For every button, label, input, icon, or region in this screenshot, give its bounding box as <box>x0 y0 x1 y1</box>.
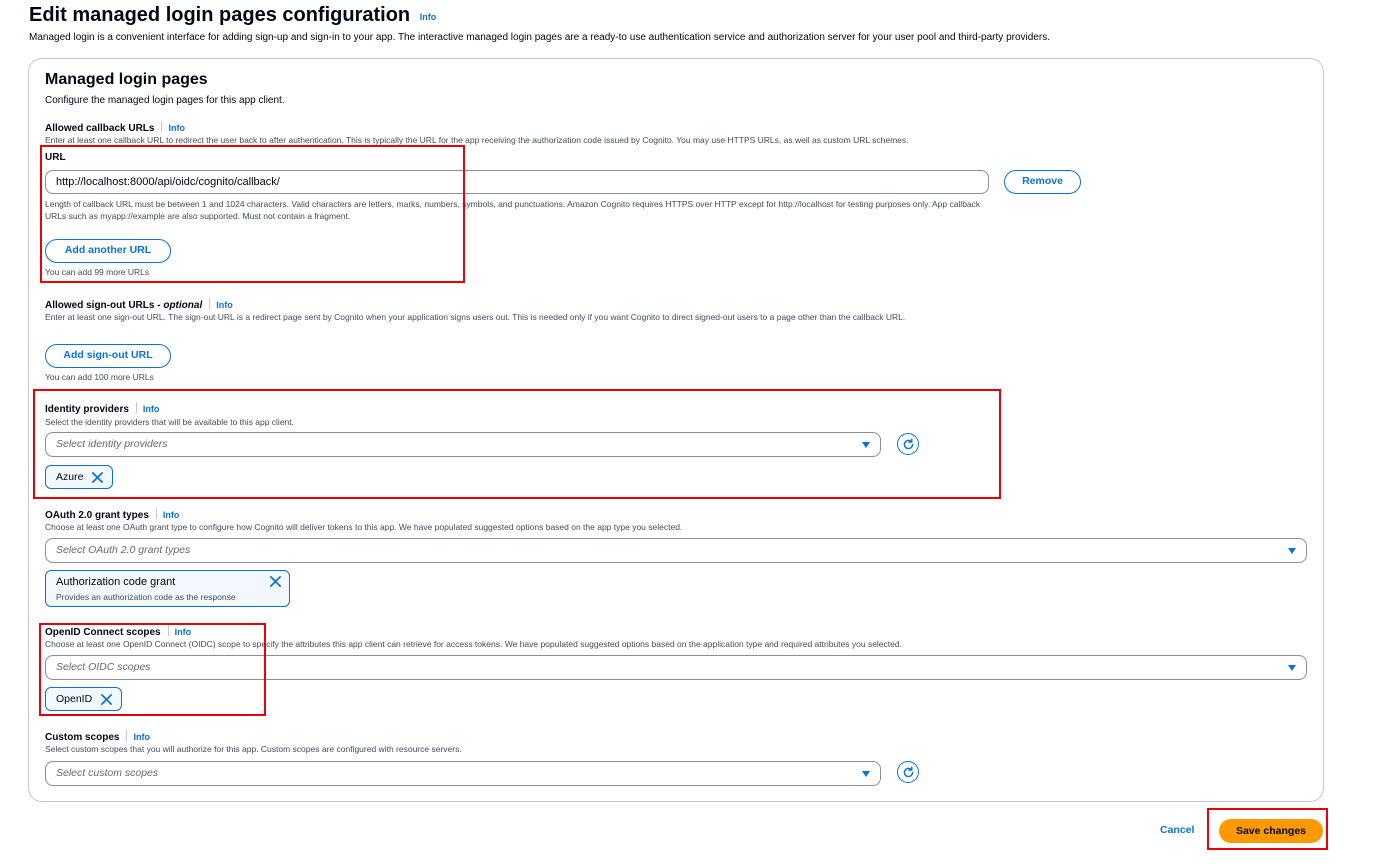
page-title-text: Edit managed login pages configuration <box>29 4 411 26</box>
identity-providers-refresh-button[interactable] <box>897 433 919 455</box>
custom-scopes-info-link[interactable]: Info <box>133 732 150 742</box>
oidc-scopes-label-text: OpenID Connect scopes <box>45 627 161 638</box>
grant-types-info-link[interactable]: Info <box>163 510 180 520</box>
card-title: Managed login pages <box>45 71 208 88</box>
grant-type-token: Authorization code grant Provides an aut… <box>45 570 290 607</box>
callback-url-constraint: Length of callback URL must be between 1… <box>45 199 981 221</box>
grant-types-placeholder: Select OAuth 2.0 grant types <box>56 544 191 556</box>
callback-info-link[interactable]: Info <box>168 123 185 133</box>
remove-token-icon[interactable] <box>269 575 282 588</box>
oidc-scope-token: OpenID <box>45 687 123 711</box>
identity-providers-description: Select the identity providers that will … <box>45 417 294 427</box>
custom-scopes-label-text: Custom scopes <box>45 732 120 743</box>
custom-scopes-label: Custom scopes Info <box>45 730 150 743</box>
oidc-scopes-label: OpenID Connect scopes Info <box>45 625 191 638</box>
add-another-url-button[interactable]: Add another URL <box>45 239 171 263</box>
identity-providers-select[interactable]: Select identity providers <box>45 432 881 457</box>
identity-providers-info-link[interactable]: Info <box>143 404 160 414</box>
callback-urls-description: Enter at least one callback URL to redir… <box>45 135 909 145</box>
add-signout-url-button[interactable]: Add sign-out URL <box>45 344 171 368</box>
caret-down-icon <box>1288 665 1296 671</box>
refresh-icon <box>903 437 913 449</box>
caret-down-icon <box>862 442 870 448</box>
identity-providers-placeholder: Select identity providers <box>56 438 168 450</box>
grant-types-label: OAuth 2.0 grant types Info <box>45 508 179 521</box>
page-description: Managed login is a convenient interface … <box>29 32 1050 43</box>
identity-providers-label: Identity providers Info <box>45 402 159 415</box>
oidc-scope-token-label: OpenID <box>56 693 93 705</box>
remove-url-button[interactable]: Remove <box>1004 170 1081 194</box>
url-label: URL <box>45 152 66 163</box>
oidc-scopes-description: Choose at least one OpenID Connect (OIDC… <box>45 639 902 649</box>
signout-optional-text: optional <box>163 300 203 311</box>
save-changes-button[interactable]: Save changes <box>1219 819 1323 843</box>
oidc-scopes-info-link[interactable]: Info <box>175 627 192 637</box>
grant-types-description: Choose at least one OAuth grant type to … <box>45 522 683 532</box>
grant-type-token-title: Authorization code grant <box>56 576 176 588</box>
signout-remaining-count: You can add 100 more URLs <box>45 372 154 382</box>
custom-scopes-placeholder: Select custom scopes <box>56 767 159 779</box>
grant-types-label-text: OAuth 2.0 grant types <box>45 510 149 521</box>
caret-down-icon <box>862 771 870 777</box>
page-info-link[interactable]: Info <box>420 12 437 22</box>
cancel-button[interactable]: Cancel <box>1160 824 1194 836</box>
card-subtitle: Configure the managed login pages for th… <box>45 95 285 106</box>
caret-down-icon <box>1288 548 1296 554</box>
signout-info-link[interactable]: Info <box>216 300 233 310</box>
signout-urls-description: Enter at least one sign-out URL. The sig… <box>45 312 906 322</box>
callback-urls-label-text: Allowed callback URLs <box>45 123 155 134</box>
identity-providers-label-text: Identity providers <box>45 404 129 415</box>
custom-scopes-description: Select custom scopes that you will autho… <box>45 744 462 754</box>
refresh-icon <box>903 765 913 777</box>
page-title: Edit managed login pages configuration I… <box>29 4 436 27</box>
remove-token-icon[interactable] <box>100 693 113 706</box>
oidc-scopes-placeholder: Select OIDC scopes <box>56 661 151 673</box>
identity-provider-token: Azure <box>45 465 114 489</box>
grant-types-select[interactable]: Select OAuth 2.0 grant types <box>45 538 1307 563</box>
callback-remaining-count: You can add 99 more URLs <box>45 267 150 277</box>
custom-scopes-select[interactable]: Select custom scopes <box>45 761 881 786</box>
remove-token-icon[interactable] <box>91 471 104 484</box>
callback-url-input[interactable] <box>45 170 989 194</box>
callback-urls-label: Allowed callback URLs Info <box>45 121 185 134</box>
identity-provider-token-label: Azure <box>56 471 84 483</box>
signout-urls-label: Allowed sign-out URLs - optional Info <box>45 298 233 311</box>
signout-urls-label-text: Allowed sign-out URLs <box>45 300 155 311</box>
managed-login-card: Managed login pages Configure the manage… <box>28 58 1324 802</box>
grant-type-token-description: Provides an authorization code as the re… <box>56 592 236 602</box>
oidc-scopes-select[interactable]: Select OIDC scopes <box>45 655 1307 680</box>
custom-scopes-refresh-button[interactable] <box>897 761 919 783</box>
